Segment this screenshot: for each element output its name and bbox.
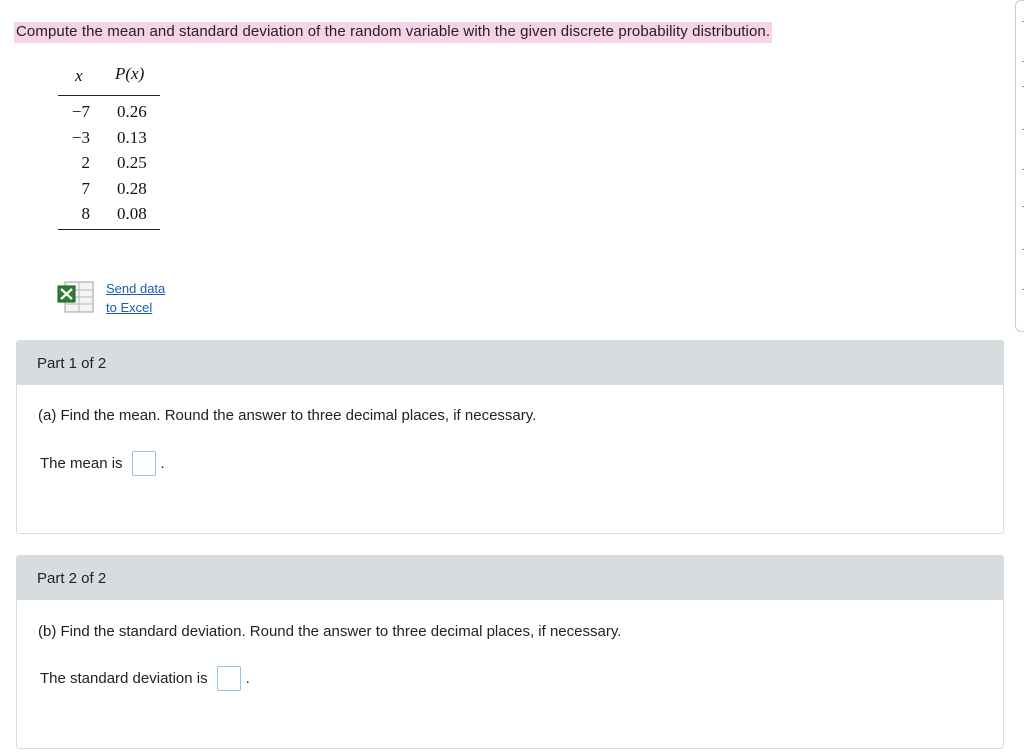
part-2-instruction: (b) Find the standard deviation. Round t…	[38, 623, 622, 640]
mean-label: The mean is	[40, 455, 123, 472]
link-line-2[interactable]: to Excel	[106, 300, 152, 315]
excel-spreadsheet-icon[interactable]	[57, 281, 95, 314]
cell-x: 8	[81, 204, 91, 223]
cell-px: 0.13	[117, 127, 147, 147]
table-row: 2 0.25	[58, 150, 160, 176]
part-1-header: Part 1 of 2	[17, 341, 1003, 385]
table-header: x P(x)	[58, 62, 160, 96]
cell-x: −7	[71, 102, 90, 121]
mean-answer-line: The mean is .	[40, 451, 165, 476]
mean-suffix: .	[160, 455, 165, 472]
sd-answer-line: The standard deviation is .	[40, 666, 250, 691]
probability-distribution-table: x P(x) −7 0.26 −3 0.13 2 0.25 7 0.28 8 0…	[58, 62, 160, 230]
part-1-panel: Part 1 of 2 (a) Find the mean. Round the…	[16, 340, 1004, 534]
part-1-instruction: (a) Find the mean. Round the answer to t…	[38, 407, 537, 424]
column-header-x: x	[75, 66, 83, 85]
question-prompt: Compute the mean and standard deviation …	[14, 22, 773, 43]
link-line-1[interactable]: Send data	[106, 281, 165, 296]
side-toolbar[interactable]	[1015, 0, 1024, 332]
sd-label: The standard deviation is	[40, 670, 208, 687]
cell-x: 2	[81, 153, 91, 172]
cell-px: 0.26	[117, 102, 147, 121]
cell-px: 0.08	[117, 204, 147, 223]
send-data-to-excel-link[interactable]: Send data to Excel	[106, 279, 165, 317]
send-to-excel[interactable]: Send data to Excel	[57, 279, 197, 319]
cell-px: 0.25	[117, 153, 147, 172]
column-header-px: P(x)	[115, 64, 145, 83]
cell-x: 7	[81, 178, 91, 198]
table-row: −7 0.26	[58, 99, 160, 125]
sd-answer-input[interactable]	[216, 666, 241, 691]
table-row: −3 0.13	[58, 125, 160, 151]
part-2-header: Part 2 of 2	[17, 556, 1003, 600]
sd-suffix: .	[245, 670, 250, 687]
table-row: 8 0.08	[58, 201, 160, 227]
table-row: 7 0.28	[58, 176, 160, 202]
cell-px: 0.28	[117, 178, 147, 198]
part-2-panel: Part 2 of 2 (b) Find the standard deviat…	[16, 555, 1004, 749]
mean-answer-input[interactable]	[131, 451, 156, 476]
cell-x: −3	[71, 127, 90, 147]
